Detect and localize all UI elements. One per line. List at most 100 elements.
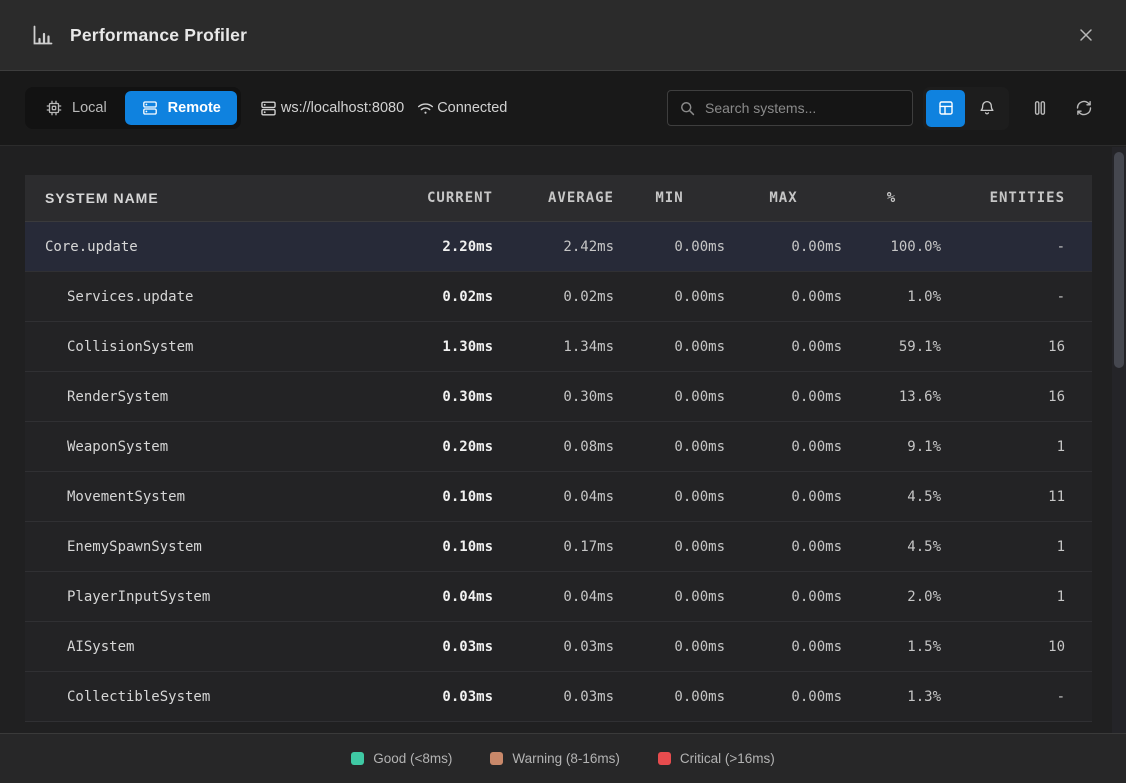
table-row[interactable]: MovementSystem 0.10ms 0.04ms 0.00ms 0.00… <box>25 472 1092 522</box>
system-name: RenderSystem <box>25 389 375 405</box>
max-value: 0.00ms <box>725 589 842 605</box>
column-header-current[interactable]: CURRENT <box>375 190 493 206</box>
max-value: 0.00ms <box>725 389 842 405</box>
min-value: 0.00ms <box>614 639 725 655</box>
column-header-min[interactable]: MIN <box>614 190 725 206</box>
column-header-entities[interactable]: ENTITIES <box>941 190 1065 206</box>
table-row[interactable]: RenderSystem 0.30ms 0.30ms 0.00ms 0.00ms… <box>25 372 1092 422</box>
percent-value: 13.6% <box>842 389 941 405</box>
connection-status: Connected <box>416 99 507 118</box>
min-value: 0.00ms <box>614 689 725 705</box>
scrollbar-thumb[interactable] <box>1114 152 1124 368</box>
entities-value: 11 <box>941 489 1065 505</box>
min-value: 0.00ms <box>614 539 725 555</box>
max-value: 0.00ms <box>725 439 842 455</box>
legend-item: Good (<8ms) <box>351 751 452 766</box>
table-row[interactable]: CollectibleSystem 0.03ms 0.03ms 0.00ms 0… <box>25 672 1092 722</box>
entities-value: 1 <box>941 539 1065 555</box>
mode-segmented-control: Local Remote <box>25 87 241 129</box>
table-row[interactable]: PlayerInputSystem 0.04ms 0.04ms 0.00ms 0… <box>25 572 1092 622</box>
legend-label: Good (<8ms) <box>373 751 452 766</box>
table-row[interactable]: EnemySpawnSystem 0.10ms 0.17ms 0.00ms 0.… <box>25 522 1092 572</box>
average-value: 0.04ms <box>493 489 614 505</box>
percent-value: 9.1% <box>842 439 941 455</box>
entities-value: 10 <box>941 639 1065 655</box>
percent-value: 4.5% <box>842 489 941 505</box>
wifi-icon <box>416 99 435 118</box>
legend-swatch <box>351 752 364 765</box>
current-value: 0.04ms <box>375 589 493 605</box>
connection-status-text: Connected <box>437 100 507 116</box>
percent-value: 59.1% <box>842 339 941 355</box>
table-layout-icon <box>937 99 955 117</box>
local-mode-button[interactable]: Local <box>29 91 123 125</box>
toolbar: Local Remote <box>0 71 1126 146</box>
remote-mode-label: Remote <box>168 100 221 116</box>
current-value: 0.03ms <box>375 689 493 705</box>
percent-value: 2.0% <box>842 589 941 605</box>
bell-icon <box>978 99 996 117</box>
current-value: 0.03ms <box>375 639 493 655</box>
table-body: Core.update 2.20ms 2.42ms 0.00ms 0.00ms … <box>25 222 1092 722</box>
performance-profiler-window: Performance Profiler Local <box>0 0 1126 783</box>
average-value: 0.08ms <box>493 439 614 455</box>
average-value: 0.17ms <box>493 539 614 555</box>
scrollbar-track[interactable] <box>1112 147 1126 733</box>
average-value: 0.03ms <box>493 639 614 655</box>
entities-value: 16 <box>941 339 1065 355</box>
column-header-system-name[interactable]: SYSTEM NAME <box>25 190 375 206</box>
system-name: PlayerInputSystem <box>25 589 375 605</box>
pause-icon <box>1031 99 1049 117</box>
close-icon[interactable] <box>1076 25 1096 45</box>
cpu-chip-icon <box>45 99 63 117</box>
table-row[interactable]: Services.update 0.02ms 0.02ms 0.00ms 0.0… <box>25 272 1092 322</box>
system-name: Services.update <box>25 289 375 305</box>
entities-value: - <box>941 289 1065 305</box>
max-value: 0.00ms <box>725 689 842 705</box>
remote-mode-button[interactable]: Remote <box>125 91 237 125</box>
min-value: 0.00ms <box>614 589 725 605</box>
server-icon <box>141 99 159 117</box>
refresh-icon <box>1075 99 1093 117</box>
percent-value: 4.5% <box>842 539 941 555</box>
average-value: 0.03ms <box>493 689 614 705</box>
entities-value: 16 <box>941 389 1065 405</box>
refresh-button[interactable] <box>1067 91 1101 125</box>
title-bar: Performance Profiler <box>0 0 1126 71</box>
legend-item: Warning (8-16ms) <box>490 751 620 766</box>
alerts-view-button[interactable] <box>967 90 1006 127</box>
server-icon <box>259 99 278 118</box>
table-row[interactable]: CollisionSystem 1.30ms 1.34ms 0.00ms 0.0… <box>25 322 1092 372</box>
table-row[interactable]: WeaponSystem 0.20ms 0.08ms 0.00ms 0.00ms… <box>25 422 1092 472</box>
average-value: 2.42ms <box>493 239 614 255</box>
min-value: 0.00ms <box>614 489 725 505</box>
entities-value: - <box>941 689 1065 705</box>
current-value: 0.02ms <box>375 289 493 305</box>
system-name: MovementSystem <box>25 489 375 505</box>
average-value: 0.04ms <box>493 589 614 605</box>
table-area: SYSTEM NAME CURRENT AVERAGE MIN MAX % EN… <box>0 147 1126 733</box>
current-value: 0.30ms <box>375 389 493 405</box>
percent-value: 1.3% <box>842 689 941 705</box>
system-name: WeaponSystem <box>25 439 375 455</box>
legend-bar: Good (<8ms) Warning (8-16ms) Critical (>… <box>0 733 1126 783</box>
system-name: AISystem <box>25 639 375 655</box>
table-view-button[interactable] <box>926 90 965 127</box>
percent-value: 100.0% <box>842 239 941 255</box>
column-header-max[interactable]: MAX <box>725 190 842 206</box>
max-value: 0.00ms <box>725 339 842 355</box>
max-value: 0.00ms <box>725 289 842 305</box>
min-value: 0.00ms <box>614 439 725 455</box>
min-value: 0.00ms <box>614 389 725 405</box>
current-value: 0.10ms <box>375 539 493 555</box>
search-input[interactable] <box>705 100 901 116</box>
percent-value: 1.0% <box>842 289 941 305</box>
search-icon <box>679 100 696 117</box>
column-header-average[interactable]: AVERAGE <box>493 190 614 206</box>
column-header-percent[interactable]: % <box>842 190 941 206</box>
table-row[interactable]: AISystem 0.03ms 0.03ms 0.00ms 0.00ms 1.5… <box>25 622 1092 672</box>
percent-value: 1.5% <box>842 639 941 655</box>
pause-button[interactable] <box>1023 91 1057 125</box>
table-row[interactable]: Core.update 2.20ms 2.42ms 0.00ms 0.00ms … <box>25 222 1092 272</box>
max-value: 0.00ms <box>725 639 842 655</box>
